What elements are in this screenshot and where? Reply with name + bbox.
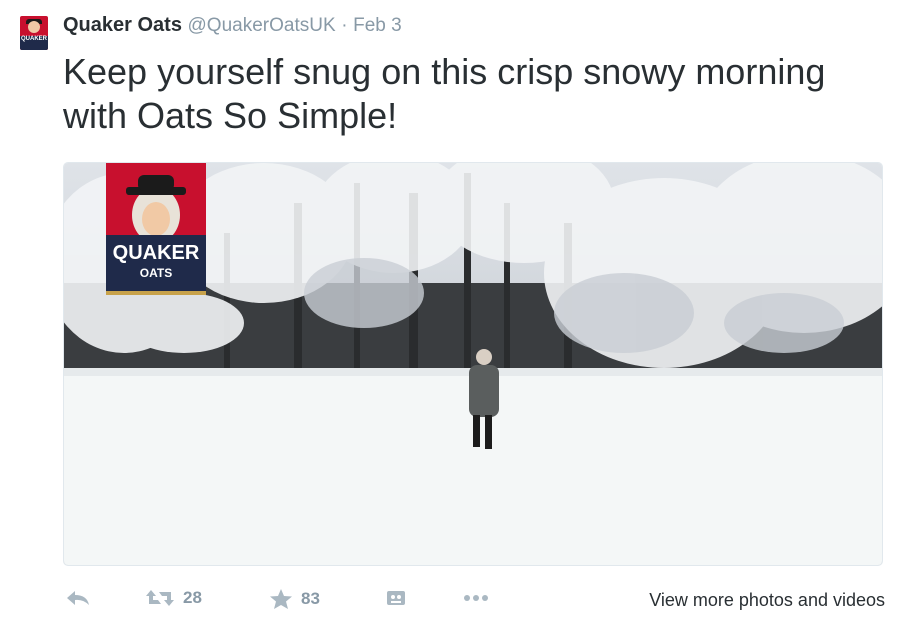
more-icon [464, 595, 488, 601]
more-button[interactable] [461, 588, 491, 608]
reply-icon [67, 591, 89, 605]
star-icon [270, 589, 292, 609]
view-more-link[interactable]: View more photos and videos [649, 590, 885, 611]
snow-scene-image: QUAKER OATS [64, 163, 882, 565]
reply-button[interactable] [65, 588, 91, 608]
favorite-count: 83 [301, 589, 320, 608]
media-button[interactable] [385, 588, 407, 608]
avatar-label: QUAKER [20, 36, 48, 50]
favorite-button[interactable]: 83 [269, 588, 320, 610]
tweet-actions: 28 83 View more photos and videos [63, 588, 885, 618]
avatar[interactable]: QUAKER [20, 16, 48, 50]
author-handle[interactable]: @QuakerOatsUK [188, 15, 336, 36]
svg-text:OATS: OATS [140, 266, 172, 280]
avatar-face [28, 21, 40, 33]
media-icon [387, 591, 405, 605]
retweet-icon [146, 590, 174, 606]
tweet-header: Quaker Oats @QuakerOatsUK · Feb 3 [63, 14, 402, 37]
retweet-button[interactable]: 28 [145, 588, 202, 608]
retweet-count: 28 [183, 588, 202, 607]
svg-text:QUAKER: QUAKER [113, 242, 200, 264]
tweet-text: Keep yourself snug on this crisp snowy m… [63, 51, 826, 136]
quaker-logo: QUAKER OATS [106, 163, 206, 295]
separator-dot: · [341, 15, 348, 36]
author-name[interactable]: Quaker Oats [63, 14, 182, 36]
tweet-photo[interactable]: QUAKER OATS [63, 162, 883, 566]
tweet-date[interactable]: Feb 3 [353, 15, 402, 36]
